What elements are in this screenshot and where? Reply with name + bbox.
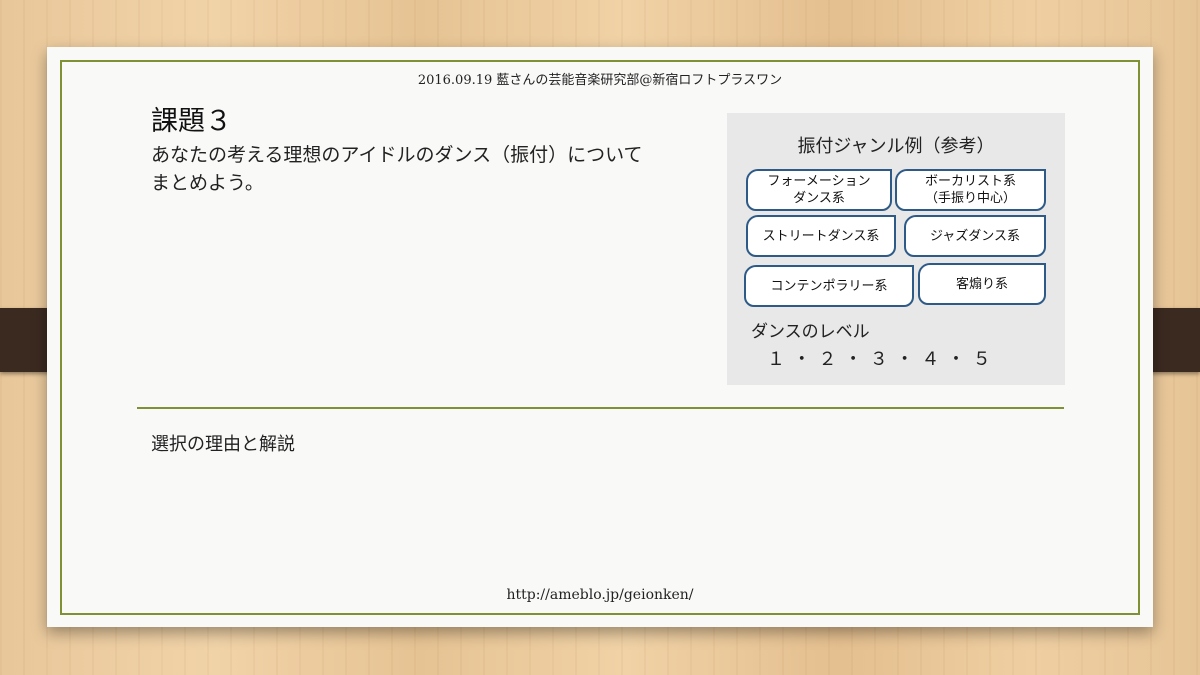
genre-label: フォーメーション — [767, 174, 871, 189]
panel-title: 振付ジャンル例（参考） — [797, 136, 995, 157]
dance-level-scale: １ ・ ２ ・ ３ ・ ４ ・ ５ — [767, 349, 992, 370]
footer-url: http://ameblo.jp/geionken/ — [506, 587, 694, 603]
genre-label: 客煽り系 — [955, 276, 1008, 292]
genre-street-dance: ストリートダンス系 — [746, 215, 896, 257]
reason-label: 選択の理由と解説 — [151, 434, 295, 455]
section-divider — [137, 407, 1064, 409]
genre-vocalist: ボーカリスト系 （手振り中心） — [895, 169, 1046, 211]
genre-contemporary: コンテンポラリー系 — [744, 265, 914, 307]
genre-label: コンテンポラリー系 — [770, 278, 888, 294]
description-line: まとめよう。 — [151, 172, 264, 194]
task-title: 課題３ — [151, 106, 232, 137]
genre-panel: 振付ジャンル例（参考） フォーメーション ダンス系 ボーカリスト系 （手振り中心） … — [727, 113, 1065, 385]
description-line: あなたの考える理想のアイドルのダンス（振付）について — [151, 144, 643, 166]
genre-formation-dance: フォーメーション ダンス系 — [746, 169, 892, 211]
dance-level-label: ダンスのレベル — [751, 322, 870, 342]
task-description: あなたの考える理想のアイドルのダンス（振付）について まとめよう。 — [151, 141, 711, 197]
genre-label: ストリートダンス系 — [762, 228, 880, 244]
slide: 2016.09.19 藍さんの芸能音楽研究部@新宿ロフトプラスワン 課題３ あな… — [47, 47, 1153, 627]
genre-crowd-hype: 客煽り系 — [918, 263, 1046, 305]
genre-label: ダンス系 — [793, 191, 845, 206]
event-header: 2016.09.19 藍さんの芸能音楽研究部@新宿ロフトプラスワン — [417, 73, 783, 88]
genre-jazz-dance: ジャズダンス系 — [904, 215, 1046, 257]
genre-label: ジャズダンス系 — [929, 228, 1021, 244]
genre-label: ボーカリスト系 — [924, 174, 1016, 189]
genre-label: （手振り中心） — [924, 191, 1016, 206]
